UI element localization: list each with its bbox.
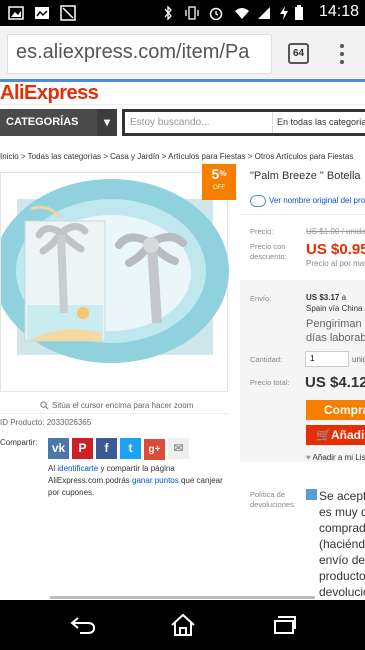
share-text-pre: Al bbox=[48, 464, 58, 473]
horizontal-scrollbar[interactable] bbox=[50, 596, 315, 599]
magnifier-icon bbox=[40, 401, 49, 410]
aliexpress-logo[interactable]: AliExpress bbox=[0, 82, 99, 106]
discount-badge: 5% OFF bbox=[202, 164, 236, 200]
shipping-days: días laborab bbox=[306, 332, 365, 344]
share-label: Compartir: bbox=[0, 438, 38, 447]
vk-share-icon[interactable]: vk bbox=[48, 438, 69, 459]
search-box[interactable]: Estoy buscando... En todas las categoría… bbox=[122, 109, 365, 136]
categories-menu-button[interactable]: CATEGORÍAS ▾ bbox=[0, 109, 117, 136]
product-title: "Palm Breeze " Botella bbox=[250, 170, 361, 182]
web-page: AliExpress CATEGORÍAS ▾ Estoy buscando..… bbox=[0, 82, 365, 598]
zoom-hint: Sitúa el cursor encima para hacer zoom bbox=[40, 401, 193, 410]
info-divider bbox=[240, 214, 365, 215]
product-photo bbox=[0, 179, 229, 363]
zoom-hint-text: Sitúa el cursor encima para hacer zoom bbox=[52, 401, 194, 410]
twitter-share-icon[interactable]: t bbox=[120, 438, 141, 459]
translate-icon bbox=[250, 195, 266, 207]
discount-price: US $0.95 bbox=[306, 241, 365, 258]
no-signal-notification-icon bbox=[60, 5, 76, 21]
navigation-bar bbox=[0, 600, 365, 650]
cart-icon: 🛒 bbox=[316, 428, 331, 442]
pinterest-share-icon[interactable]: P bbox=[72, 438, 93, 459]
chevron-down-icon: ▾ bbox=[97, 109, 117, 136]
login-link[interactable]: identificarte bbox=[57, 464, 98, 473]
googleplus-share-icon[interactable]: g+ bbox=[144, 439, 165, 460]
search-category-select[interactable]: En todas las categoría ▾ bbox=[272, 112, 365, 133]
status-bar: 14:18 bbox=[0, 0, 365, 26]
quantity-label: Cantidad: bbox=[250, 355, 283, 364]
battery-icon bbox=[295, 5, 303, 20]
refund-line-2: es muy d bbox=[319, 505, 365, 519]
email-share-icon[interactable]: ✉ bbox=[168, 438, 189, 459]
recent-apps-icon[interactable] bbox=[272, 615, 296, 635]
share-icons: vk Pf t g+ ✉ bbox=[48, 438, 192, 460]
add-to-cart-label: Añadir bbox=[330, 428, 365, 442]
breadcrumb[interactable]: Inicio > Todas las categorías > Casa y J… bbox=[0, 152, 365, 161]
header-divider bbox=[0, 104, 365, 105]
browser-toolbar: es.aliexpress.com/item/Pa 64 bbox=[0, 26, 365, 82]
original-name-link[interactable]: Ver nombre original del pro bbox=[250, 195, 365, 207]
wishlist-label: Añadir a mi Lis bbox=[312, 453, 365, 462]
shipping-destination[interactable]: Spain vía China bbox=[306, 304, 362, 313]
refund-icon bbox=[306, 489, 317, 500]
shipping-cost-value: US $3.17 bbox=[306, 293, 340, 302]
original-price: US $1.00 / unidad bbox=[306, 227, 365, 236]
wholesale-note[interactable]: Precio al por may bbox=[306, 259, 365, 268]
facebook-share-icon[interactable]: f bbox=[96, 438, 117, 459]
clock: 14:18 bbox=[318, 3, 359, 20]
url-bar[interactable]: es.aliexpress.com/item/Pa bbox=[7, 34, 272, 74]
original-name-text: Ver nombre original del pro bbox=[269, 196, 365, 206]
refund-line-5: envío de bbox=[319, 553, 365, 567]
share-promo-text: Al identificarte y compartir la página A… bbox=[48, 463, 228, 499]
shipping-cost: US $3.17 a bbox=[306, 293, 346, 302]
wifi-icon bbox=[235, 8, 249, 19]
shipping-label: Envío: bbox=[250, 294, 272, 303]
refund-line-1: Se acepta bbox=[319, 489, 365, 503]
bluetooth-icon bbox=[164, 5, 172, 21]
home-icon[interactable] bbox=[170, 613, 196, 637]
refund-line-6: producto bbox=[319, 569, 365, 583]
photo-notification-icon bbox=[35, 7, 49, 19]
discount-price-label: Precio con descuento: bbox=[250, 242, 287, 261]
total-label: Precio total: bbox=[250, 378, 290, 387]
shipping-to: a bbox=[341, 293, 347, 302]
buy-now-button[interactable]: Compra bbox=[306, 400, 365, 420]
add-to-wishlist[interactable]: ♥ Añadir a mi Lis bbox=[306, 453, 365, 462]
discount-percent-sign: % bbox=[219, 169, 227, 178]
image-notification-icon bbox=[8, 6, 24, 20]
signal-icon bbox=[258, 7, 270, 19]
search-category-label: En todas las categoría bbox=[277, 117, 365, 127]
product-id: ID Producto: 2033026365 bbox=[0, 418, 92, 427]
vibrate-icon bbox=[185, 6, 199, 20]
price-label: Precio: bbox=[250, 227, 274, 236]
battery-charging-icon bbox=[280, 6, 288, 20]
image-divider bbox=[0, 413, 228, 414]
refund-line-3: comprad bbox=[319, 521, 365, 535]
categories-label: CATEGORÍAS bbox=[6, 116, 79, 128]
refund-policy-text: Se acepta es muy d comprad (haciénd enví… bbox=[306, 488, 365, 598]
overflow-menu-icon[interactable] bbox=[338, 42, 346, 66]
back-icon[interactable] bbox=[70, 614, 96, 636]
shipping-method: Pengiriman bbox=[306, 318, 362, 330]
quantity-unit: unid bbox=[352, 355, 365, 364]
refund-line-4: (haciénd bbox=[319, 537, 365, 551]
discount-off-label: OFF bbox=[213, 185, 225, 191]
tab-switcher-button[interactable]: 64 bbox=[288, 43, 309, 64]
earn-points-link[interactable]: ganar puntos bbox=[132, 476, 179, 485]
heart-icon: ♥ bbox=[306, 453, 311, 462]
add-to-cart-button[interactable]: 🛒Añadir bbox=[306, 425, 365, 445]
search-input[interactable]: Estoy buscando... bbox=[130, 117, 210, 128]
refund-policy-label: Política de devoluciones: bbox=[250, 490, 296, 509]
product-image[interactable] bbox=[0, 172, 229, 392]
total-price: US $4.12 bbox=[305, 374, 365, 391]
alarm-icon bbox=[209, 7, 223, 21]
quantity-input[interactable]: 1 bbox=[305, 351, 349, 367]
